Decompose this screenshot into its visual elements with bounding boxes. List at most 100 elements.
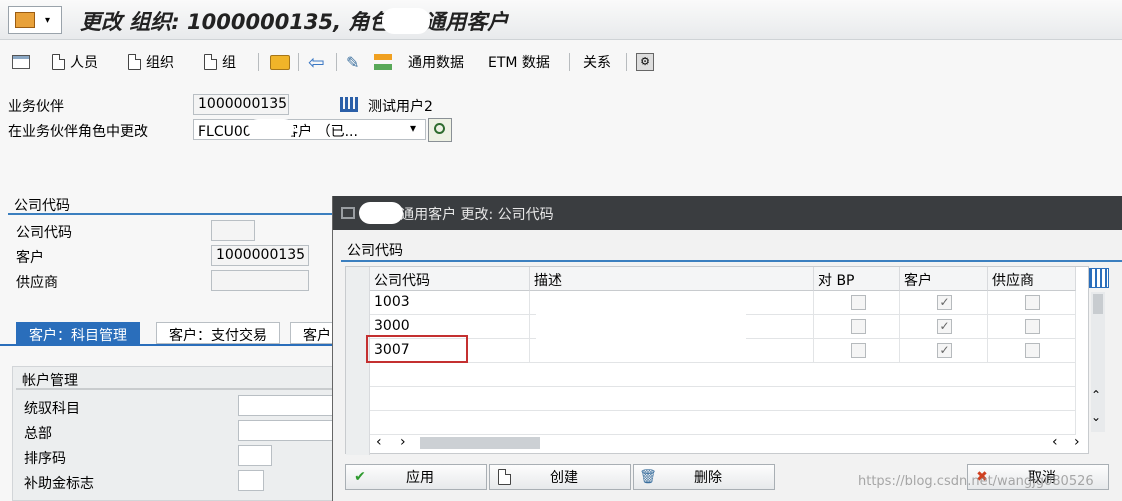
organization-button[interactable]: 组织 — [128, 51, 174, 73]
open-button[interactable] — [270, 51, 290, 73]
column-header-description[interactable]: 描述 — [530, 267, 814, 291]
more-button[interactable]: ⚙ — [636, 51, 654, 73]
relations-tree-button[interactable] — [374, 51, 392, 73]
role-search-button[interactable] — [428, 118, 452, 142]
application-toolbar: 人员 组织 组 ⇦ ✎ 通用数据 ETM 数据 关系 ⚙ — [0, 44, 1122, 80]
redaction-blob — [248, 119, 294, 139]
dialog-titlebar: )通用客户 更改: 公司代码 — [333, 196, 1122, 230]
column-header-bp[interactable]: 对 BP — [814, 267, 900, 291]
business-partner-label: 业务伙伴 — [8, 99, 64, 115]
vendor-checkbox[interactable] — [1025, 343, 1040, 358]
head-office-label: 总部 — [24, 426, 52, 442]
scroll-thumb[interactable] — [1093, 294, 1103, 314]
subsidy-indicator-field[interactable] — [238, 470, 264, 491]
display-change-button[interactable]: ✎ — [346, 51, 359, 73]
column-settings-button[interactable] — [1089, 268, 1109, 288]
general-data-label: 通用数据 — [408, 55, 464, 71]
company-code-label: 公司代码 — [16, 225, 72, 241]
general-data-button[interactable]: 通用数据 — [408, 51, 464, 73]
delete-label: 删除 — [694, 470, 722, 486]
role-label: 在业务伙伴角色中更改 — [8, 124, 148, 140]
scroll-thumb[interactable] — [420, 437, 540, 449]
company-code-field[interactable] — [211, 220, 255, 241]
customer-checkbox-cell: ✓ — [900, 291, 988, 315]
bp-checkbox[interactable] — [851, 343, 866, 358]
toolbar-separator — [336, 53, 337, 71]
organization-label: 组织 — [146, 55, 174, 71]
chevron-up-icon[interactable]: ⌃ — [1091, 388, 1101, 402]
bp-checkbox[interactable] — [851, 319, 866, 334]
toolbar-separator — [569, 53, 570, 71]
create-label: 创建 — [550, 470, 578, 486]
customer-checkbox-checked[interactable]: ✓ — [937, 295, 952, 310]
person-button[interactable]: 人员 — [52, 51, 98, 73]
reconciliation-account-field[interactable] — [238, 395, 334, 416]
apply-button[interactable]: ✔ 应用 — [345, 464, 487, 490]
chevron-down-icon[interactable]: ▾ — [410, 121, 416, 135]
folder-open-icon — [270, 54, 290, 70]
vendor-label: 供应商 — [16, 275, 58, 291]
business-partner-field: 1000000135 — [193, 94, 289, 115]
vendor-checkbox-cell — [988, 339, 1076, 363]
horizontal-scrollbar[interactable]: ‹ › ‹ › — [374, 433, 1092, 453]
delete-button[interactable]: 🗑 删除 — [633, 464, 775, 490]
customer-field[interactable]: 1000000135 — [211, 245, 309, 266]
document-icon — [128, 54, 141, 70]
sort-key-field[interactable] — [238, 445, 272, 466]
customer-checkbox-cell: ✓ — [900, 339, 988, 363]
group-button[interactable]: 组 — [204, 51, 236, 73]
glasses-pencil-icon: ✎ — [346, 52, 360, 72]
create-button[interactable]: 创建 — [489, 464, 631, 490]
subsidy-indicator-label: 补助金标志 — [24, 476, 94, 492]
bp-checkbox-cell — [814, 315, 900, 339]
vendor-checkbox-cell — [988, 315, 1076, 339]
settings-icon: ⚙ — [636, 53, 654, 71]
chevron-left-icon[interactable]: ‹ — [376, 434, 382, 450]
customer-checkbox-checked[interactable]: ✓ — [937, 343, 952, 358]
switch-view-button[interactable] — [12, 51, 30, 73]
customer-checkbox-checked[interactable]: ✓ — [937, 319, 952, 334]
redaction-blob — [359, 202, 403, 224]
magnifier-icon — [434, 123, 445, 134]
organization-icon — [340, 97, 358, 112]
hierarchy-icon — [374, 54, 392, 70]
role-select[interactable]: FLCU00 通用客户 （已... — [193, 119, 426, 140]
column-header-vendor[interactable]: 供应商 — [988, 267, 1076, 291]
business-partner-name: 测试用户2 — [368, 99, 433, 115]
chevron-right-icon[interactable]: › — [400, 434, 406, 450]
tab-customer-account[interactable]: 客户：科目管理 — [16, 322, 140, 344]
table-row-code[interactable]: 1003 — [370, 291, 530, 315]
account-section-title: 帐户管理 — [16, 370, 332, 390]
toolbar-separator — [626, 53, 627, 71]
document-icon — [497, 469, 511, 485]
sort-key-label: 排序码 — [24, 451, 66, 467]
etm-data-button[interactable]: ETM 数据 — [488, 51, 550, 73]
empty-row — [370, 363, 1076, 387]
chevron-right-icon[interactable]: › — [1074, 434, 1080, 450]
vendor-checkbox[interactable] — [1025, 319, 1040, 334]
arrow-left-icon: ⇦ — [308, 50, 325, 74]
empty-row — [370, 387, 1076, 411]
vendor-checkbox[interactable] — [1025, 295, 1040, 310]
tab-customer-payment[interactable]: 客户：支付交易 — [156, 322, 280, 344]
vertical-scrollbar[interactable]: ⌃ ⌄ — [1091, 292, 1105, 432]
toolbar-separator — [298, 53, 299, 71]
chevron-left-icon[interactable]: ‹ — [1052, 434, 1058, 450]
relations-button[interactable]: 关系 — [583, 51, 611, 73]
transaction-menu-button[interactable]: ▾ — [8, 6, 62, 34]
group-label: 组 — [222, 55, 236, 71]
dropdown-icon: ▾ — [45, 15, 51, 26]
column-header-customer[interactable]: 客户 — [900, 267, 988, 291]
person-label: 人员 — [70, 55, 98, 71]
vendor-checkbox-cell — [988, 291, 1076, 315]
back-button[interactable]: ⇦ — [308, 50, 325, 74]
vendor-field[interactable] — [211, 270, 309, 291]
title-bar: ▾ 更改 组织: 1000000135, 角色 ( )通用客户 — [0, 0, 1122, 40]
company-code-dialog: )通用客户 更改: 公司代码 公司代码 公司代码 描述 对 BP 客户 供应商 … — [332, 196, 1122, 501]
company-code-table: 公司代码 描述 对 BP 客户 供应商 1003 ✓ 3000 ✓ 3007 ✓ — [345, 266, 1092, 455]
bp-checkbox[interactable] — [851, 295, 866, 310]
chevron-down-icon[interactable]: ⌄ — [1091, 410, 1101, 424]
column-header-company-code[interactable]: 公司代码 — [370, 267, 530, 291]
head-office-field[interactable] — [238, 420, 334, 441]
customer-checkbox-cell: ✓ — [900, 315, 988, 339]
